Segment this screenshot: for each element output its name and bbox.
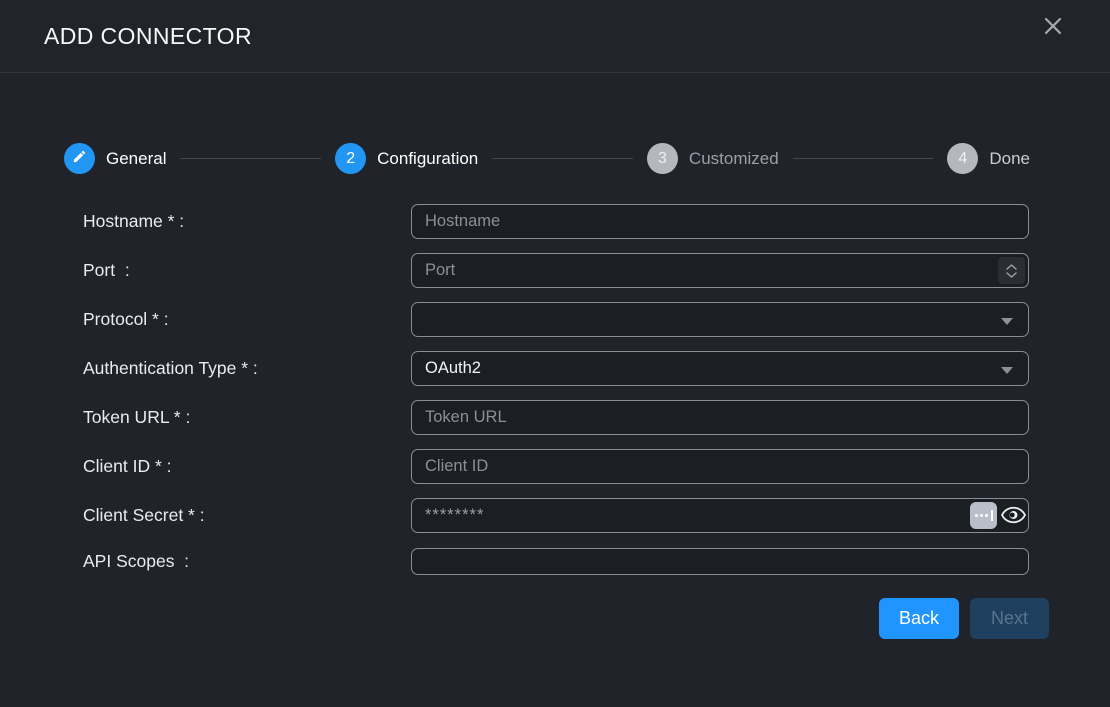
- client-id-input[interactable]: [411, 449, 1029, 484]
- auth-type-select-value: OAuth2: [425, 359, 481, 378]
- protocol-label: Protocol * :: [83, 302, 169, 337]
- add-connector-dialog: ADD CONNECTOR General 2 Configuration: [0, 0, 1110, 707]
- protocol-select[interactable]: [411, 302, 1029, 337]
- token-url-input[interactable]: [411, 400, 1029, 435]
- eye-icon[interactable]: [1001, 506, 1026, 529]
- auth-type-label: Authentication Type * :: [83, 351, 258, 386]
- chevron-down-icon: [1001, 318, 1013, 325]
- number-stepper-icon[interactable]: [998, 257, 1025, 284]
- client-secret-label: Client Secret * :: [83, 498, 205, 533]
- api-scopes-input[interactable]: [411, 548, 1029, 575]
- auth-type-select[interactable]: OAuth2: [411, 351, 1029, 386]
- chevron-down-icon: [1001, 367, 1013, 374]
- port-input[interactable]: [411, 253, 1029, 288]
- api-scopes-label: API Scopes :: [83, 548, 189, 575]
- token-url-label: Token URL * :: [83, 400, 190, 435]
- client-id-label: Client ID * :: [83, 449, 172, 484]
- hostname-input[interactable]: [411, 204, 1029, 239]
- back-button[interactable]: Back: [879, 598, 959, 639]
- hostname-label: Hostname * :: [83, 204, 184, 239]
- port-label: Port :: [83, 253, 130, 288]
- credentials-icon[interactable]: [970, 502, 997, 529]
- next-button[interactable]: Next: [970, 598, 1049, 639]
- client-secret-input[interactable]: [411, 498, 1029, 533]
